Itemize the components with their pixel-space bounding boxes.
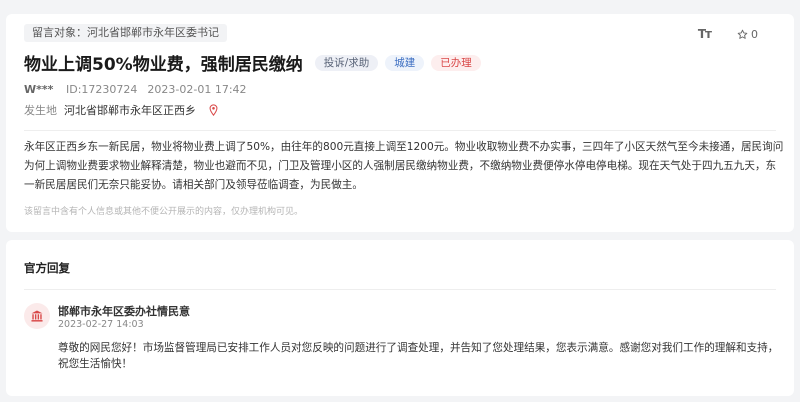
reply-time: 2023-02-27 14:03 <box>58 319 144 330</box>
privacy-note: 该留言中含有个人信息或其他不便公开展示的内容，仅办理机构可见。 <box>24 207 304 217</box>
meta-row: W*** ID:17230724 2023-02-01 17:42 <box>24 83 247 96</box>
message-card: 留言对象：河北省邯郸市永年区委书记 Tт 0 物业上调50%物业费，强制居民缴纳… <box>6 14 794 232</box>
message-id: ID:17230724 <box>66 83 138 96</box>
toolbar: Tт 0 <box>698 27 758 41</box>
message-content: 永年区正西乡东一新民居，物业将物业费上调了50%，由往年的800元直接上调至12… <box>24 141 784 191</box>
message-target: 留言对象：河北省邯郸市永年区委书记 <box>24 24 227 42</box>
location-row: 发生地 河北省邯郸市永年区正西乡 <box>24 102 219 118</box>
font-size-icon[interactable]: Tт <box>698 27 712 41</box>
reply-org-name: 邯郸市永年区委办社情民意 <box>58 305 190 318</box>
author-name: W*** <box>24 83 54 96</box>
location-value: 河北省邯郸市永年区正西乡 <box>64 104 196 117</box>
tag-message-type: 投诉/求助 <box>314 54 379 71</box>
reply-content: 尊敬的网民您好！市场监督管理局已安排工作人员对您反映的问题进行了调查处理，并告知… <box>58 342 779 370</box>
favorite-button[interactable]: 0 <box>737 28 758 41</box>
reply-card: 官方回复 邯郸市永年区委办社情民意 2023-02-27 14:03 尊敬的网民… <box>6 240 794 396</box>
location-pin-icon <box>209 104 218 116</box>
divider <box>24 130 776 131</box>
favorite-count: 0 <box>751 27 758 41</box>
title-row: 物业上调50%物业费，强制居民缴纳 投诉/求助 城建 已办理 <box>24 50 481 75</box>
location-label: 发生地 <box>24 104 57 117</box>
target-value: 河北省邯郸市永年区委书记 <box>87 26 219 39</box>
reply-heading: 官方回复 <box>24 261 70 275</box>
star-icon <box>737 29 748 39</box>
divider <box>24 289 776 290</box>
avatar <box>24 303 50 329</box>
target-label: 留言对象： <box>32 26 87 39</box>
government-building-icon <box>31 310 43 322</box>
status-badge: 已办理 <box>431 54 481 71</box>
page-title: 物业上调50%物业费，强制居民缴纳 <box>24 55 303 75</box>
message-time: 2023-02-01 17:42 <box>147 83 247 96</box>
tag-field: 城建 <box>385 54 425 71</box>
